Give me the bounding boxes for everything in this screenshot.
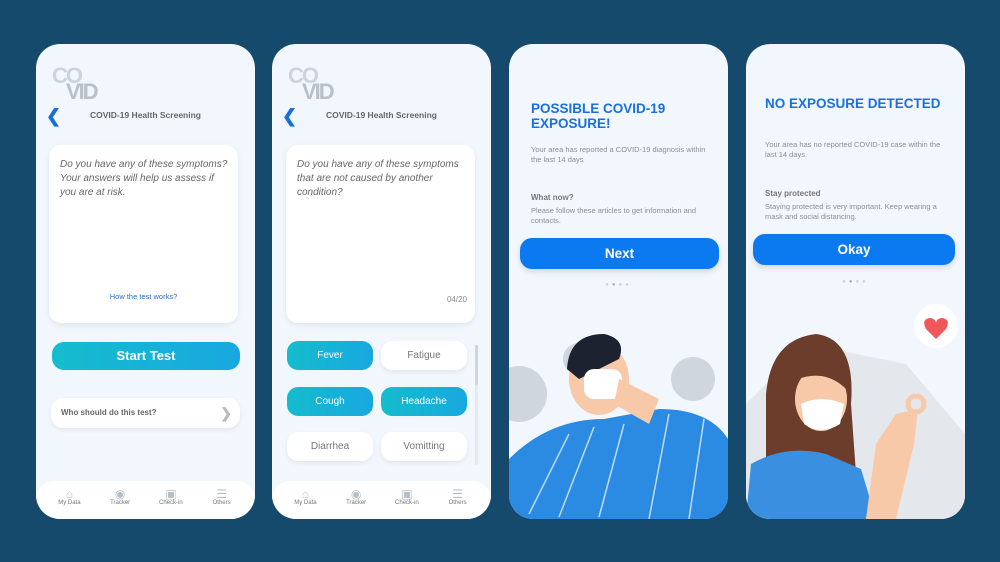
nav-my-data[interactable]: ⌂ My Data xyxy=(49,481,89,519)
target-icon: ◉ xyxy=(114,487,126,501)
page-indicator: ●●●● xyxy=(842,279,869,285)
phone-screen-intro: CO VID ❮ COVID-19 Health Screening Do you… xyxy=(36,44,255,519)
who-should-test-label: Who should do this test? xyxy=(61,408,157,417)
home-icon: ⌂ xyxy=(65,487,73,501)
no-exposure-body: Your area has no reported COVID-19 case … xyxy=(765,140,941,159)
home-icon: ⌂ xyxy=(301,487,309,501)
phone-screen-symptoms: CO VID ❮ COVID-19 Health Screening Do you… xyxy=(272,44,491,519)
scrollbar[interactable] xyxy=(475,345,478,465)
question-card: Do you have any of these symptoms? Your … xyxy=(49,145,238,323)
bottom-nav: ⌂ My Data ◉ Tracker ▣ Check-in ☰ Others xyxy=(272,481,491,519)
nav-my-data[interactable]: ⌂ My Data xyxy=(285,481,325,519)
question-text: Do you have any of these symptoms that a… xyxy=(297,159,459,198)
menu-icon: ☰ xyxy=(216,487,227,501)
nav-check-in[interactable]: ▣ Check-in xyxy=(151,481,191,519)
scan-icon: ▣ xyxy=(165,487,177,501)
header-title: COVID-19 Health Screening xyxy=(325,110,437,120)
symptom-chip-diarrhea[interactable]: Diarrhea xyxy=(287,432,373,461)
phone-screen-exposure: POSSIBLE COVID-19 EXPOSURE! Your area ha… xyxy=(509,44,728,519)
sick-person-illustration xyxy=(509,334,728,519)
covid-logo: CO VID xyxy=(288,63,335,104)
scan-icon: ▣ xyxy=(401,487,413,501)
what-now-heading: What now? xyxy=(531,193,574,202)
nav-others[interactable]: ☰ Others xyxy=(438,481,478,519)
who-should-test-row[interactable]: Who should do this test? ❯ xyxy=(51,398,240,428)
covid-logo: CO VID xyxy=(52,63,99,104)
symptom-chip-headache[interactable]: Headache xyxy=(381,387,467,416)
stay-protected-heading: Stay protected xyxy=(765,189,821,198)
next-button[interactable]: Next xyxy=(520,238,719,269)
menu-icon: ☰ xyxy=(452,487,463,501)
page-indicator: ●●●● xyxy=(605,282,632,288)
nav-others[interactable]: ☰ Others xyxy=(202,481,242,519)
question-counter: 04/20 xyxy=(446,295,467,304)
how-test-works-link[interactable]: How the test works? xyxy=(49,292,238,301)
stay-protected-body: Staying protected is very important. Kee… xyxy=(765,202,937,221)
okay-button[interactable]: Okay xyxy=(753,234,955,265)
header-title: COVID-19 Health Screening xyxy=(89,110,201,120)
scrollbar-thumb[interactable] xyxy=(475,345,478,385)
nav-check-in[interactable]: ▣ Check-in xyxy=(387,481,427,519)
symptom-chip-fever[interactable]: Fever xyxy=(287,341,373,370)
chevron-right-icon: ❯ xyxy=(220,405,232,421)
exposure-body: Your area has reported a COVID-19 diagno… xyxy=(531,145,706,164)
bottom-nav: ⌂ My Data ◉ Tracker ▣ Check-in ☰ Others xyxy=(36,481,255,519)
question-card: Do you have any of these symptoms that a… xyxy=(286,145,475,323)
woman-ok-illustration xyxy=(746,304,965,519)
question-text: Do you have any of these symptoms? Your … xyxy=(60,159,228,198)
target-icon: ◉ xyxy=(350,487,362,501)
nav-tracker[interactable]: ◉ Tracker xyxy=(336,481,376,519)
start-test-button[interactable]: Start Test xyxy=(52,342,240,370)
symptom-chip-vomitting[interactable]: Vomitting xyxy=(381,432,467,461)
what-now-body: Please follow these articles to get info… xyxy=(531,206,697,225)
phone-screen-no-exposure: NO EXPOSURE DETECTED Your area has no re… xyxy=(746,44,965,519)
nav-tracker[interactable]: ◉ Tracker xyxy=(100,481,140,519)
symptom-chip-cough[interactable]: Cough xyxy=(287,387,373,416)
no-exposure-title: NO EXPOSURE DETECTED xyxy=(765,96,941,111)
symptom-chip-fatigue[interactable]: Fatigue xyxy=(381,341,467,370)
exposure-title: POSSIBLE COVID-19 EXPOSURE! xyxy=(531,101,666,131)
